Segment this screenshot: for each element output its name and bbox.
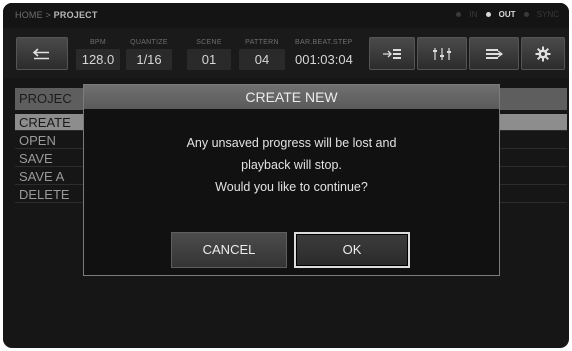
mixer-button[interactable]: [417, 37, 467, 70]
device-screen: HOME > PROJECT IN OUT SYNC BPM 128.0 QUA…: [3, 3, 569, 348]
arrange-icon: [383, 48, 401, 59]
midi-out-label: OUT: [498, 10, 516, 19]
pattern-label: PATTERN: [245, 39, 279, 46]
dialog-message-line: Would you like to continue?: [215, 180, 368, 194]
midi-status: IN OUT SYNC: [450, 10, 559, 19]
pattern-value: 04: [239, 49, 285, 70]
dialog-message-line: Any unsaved progress will be lost and: [186, 136, 397, 150]
sync-indicator: SYNC: [523, 10, 559, 19]
position-label: BAR.BEAT.STEP: [295, 39, 353, 46]
sync-label: SYNC: [536, 10, 559, 19]
mixer-icon: [433, 47, 451, 60]
quantize-label: QUANTIZE: [130, 39, 168, 46]
create-new-dialog: CREATE NEW Any unsaved progress will be …: [83, 84, 500, 276]
back-arrow-icon: [32, 47, 49, 59]
scene-field[interactable]: SCENE 01: [187, 38, 231, 70]
midi-out-indicator: OUT: [485, 10, 516, 19]
dialog-title: CREATE NEW: [84, 85, 499, 109]
cancel-button[interactable]: CANCEL: [171, 232, 287, 268]
arrange-button[interactable]: [369, 37, 415, 70]
bpm-value: 128.0: [76, 49, 120, 70]
ok-button[interactable]: OK: [294, 232, 410, 268]
midi-in-indicator: IN: [456, 10, 477, 19]
midi-out-dot-icon: [485, 12, 491, 18]
quantize-field[interactable]: QUANTIZE 1/16: [126, 38, 172, 70]
position-field: BAR.BEAT.STEP 001:03:04: [295, 38, 359, 70]
quantize-value: 1/16: [126, 49, 172, 70]
scene-value: 01: [187, 49, 231, 70]
status-bar: HOME > PROJECT IN OUT SYNC: [3, 3, 569, 28]
midi-in-label: IN: [469, 10, 478, 19]
breadcrumb: HOME > PROJECT: [15, 10, 98, 20]
dialog-message: Any unsaved progress will be lost and pl…: [84, 132, 499, 198]
toolbar: BPM 128.0 QUANTIZE 1/16 SCENE 01 PATTERN…: [3, 28, 569, 78]
position-value: 001:03:04: [295, 52, 353, 67]
effects-button[interactable]: [469, 37, 519, 70]
settings-button[interactable]: [521, 37, 565, 70]
bpm-label: BPM: [89, 39, 107, 46]
gear-icon: [535, 46, 551, 61]
back-button[interactable]: [16, 37, 68, 70]
breadcrumb-current: PROJECT: [53, 10, 98, 20]
sync-dot-icon: [523, 12, 529, 18]
breadcrumb-home[interactable]: HOME >: [15, 10, 51, 20]
dialog-message-line: playback will stop.: [241, 158, 342, 172]
midi-in-dot-icon: [456, 12, 462, 18]
scene-label: SCENE: [196, 39, 222, 46]
pattern-field[interactable]: PATTERN 04: [239, 38, 285, 70]
effects-icon: [486, 48, 503, 59]
bpm-field[interactable]: BPM 128.0: [76, 38, 120, 70]
